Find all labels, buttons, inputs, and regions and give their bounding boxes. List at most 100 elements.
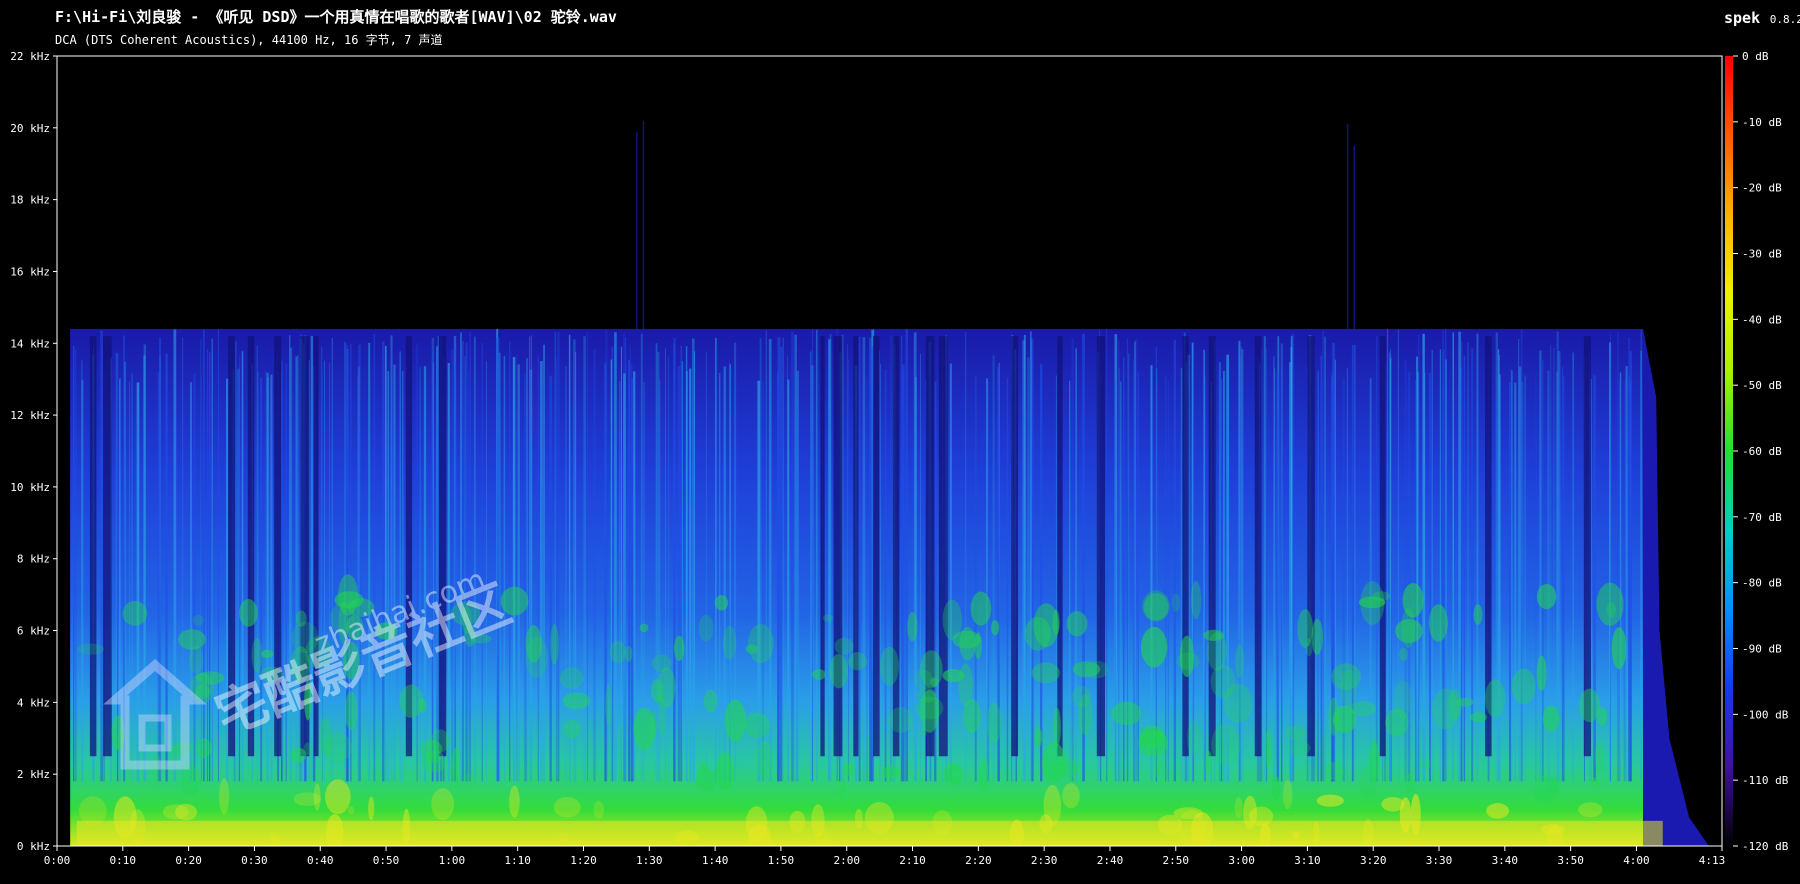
spectrum-energy-blob (1062, 783, 1080, 809)
spectrum-striation (1167, 380, 1169, 782)
spectrum-striation (465, 342, 468, 782)
spectrum-striation (1520, 329, 1523, 782)
spectrum-energy-blob (723, 625, 737, 660)
spectrum-energy-blob (188, 645, 204, 674)
spectrum-striation (543, 344, 545, 782)
spectrum-energy-blob (1235, 644, 1245, 679)
spectrum-dark-gap (103, 336, 112, 757)
spectrum-striation (1324, 336, 1326, 782)
spectrum-striation (1369, 378, 1372, 782)
time-tick-label: 2:00 (833, 854, 860, 867)
spectrum-striation (791, 331, 794, 782)
spectrum-dark-gap (1379, 336, 1386, 757)
spectrum-striation (614, 332, 617, 782)
spectrum-energy-blob (1223, 683, 1253, 723)
spectrum-energy-blob (1234, 797, 1243, 818)
spectrum-energy-blob (650, 711, 657, 740)
spectrum-energy-blob (695, 769, 717, 791)
spectrum-dark-gap (820, 336, 825, 757)
spectrum-energy-blob (1432, 688, 1460, 730)
spectrum-energy-blob (1419, 758, 1433, 770)
spectrum-energy-blob (920, 727, 928, 737)
spectrum-striation (815, 329, 818, 782)
spectrum-striation (1539, 350, 1542, 782)
spectrum-energy-blob (958, 663, 974, 707)
spectrum-energy-blob (1042, 742, 1066, 784)
spectrum-striation (1040, 364, 1043, 782)
spectrum-energy-blob (1340, 669, 1358, 709)
time-tick-label: 4:00 (1623, 854, 1650, 867)
spectrum-striation (1618, 380, 1620, 782)
spectrum-striation (1629, 351, 1633, 782)
spectrum-striation (432, 362, 434, 782)
spectrum-striation (1276, 373, 1279, 782)
freq-tick-label: 2 kHz (17, 768, 50, 781)
freq-tick-label: 0 kHz (17, 840, 50, 853)
spectrum-striation (693, 351, 696, 782)
db-tick-label: -100 dB (1742, 708, 1789, 721)
spectrum-energy-blob (293, 792, 321, 806)
spectrum-energy-blob (841, 762, 856, 777)
spectrum-dark-gap (1096, 336, 1106, 757)
time-tick-label: 2:20 (965, 854, 992, 867)
spectrum-striation (469, 332, 471, 782)
time-tick-label: 2:40 (1097, 854, 1124, 867)
spectrum-energy-blob (239, 599, 258, 627)
spectrum-striation (866, 376, 868, 782)
spectrum-striation (673, 343, 676, 782)
spectrum-striation (777, 337, 781, 782)
db-tick-label: -50 dB (1742, 379, 1782, 392)
spectrum-striation (357, 366, 361, 782)
spectrum-energy-blob (451, 747, 460, 788)
spectrum-energy-blob (1071, 685, 1092, 708)
spectrum-striation (1263, 336, 1266, 782)
spectrum-striation (512, 356, 516, 782)
db-tick-label: -110 dB (1742, 774, 1789, 787)
spectrum-striation (1511, 369, 1513, 782)
spectrum-striation (485, 361, 488, 782)
spectrum-energy-blob (1428, 604, 1448, 642)
spectrum-energy-blob (724, 699, 747, 742)
spectrum-energy-blob (1511, 668, 1536, 705)
spectrum-striation (387, 370, 390, 782)
spectrum-energy-blob (879, 646, 899, 686)
spectrum-striation (557, 332, 560, 782)
spectrum-striation (211, 338, 214, 782)
time-tick-label: 0:20 (175, 854, 202, 867)
db-tick-label: -10 dB (1742, 116, 1782, 129)
spectrum-striation (583, 336, 586, 782)
spectrum-energy-blob (1473, 604, 1483, 625)
spectrum-energy-blob (1205, 750, 1213, 774)
spectrum-striation (1617, 332, 1619, 782)
spectrum-energy-blob (196, 738, 212, 758)
spectrum-energy-blob (1371, 591, 1391, 601)
spectrum-dark-gap (1182, 336, 1189, 757)
spectrum-striation (496, 337, 500, 782)
time-tick-label: 3:40 (1492, 854, 1519, 867)
spectrum-energy-blob (970, 591, 992, 626)
spectrum-striation (949, 363, 952, 782)
time-tick-label: 3:10 (1294, 854, 1321, 867)
spectrum-spike (642, 120, 645, 329)
spectrum-striation (1180, 368, 1183, 782)
spectrum-energy-blob (1328, 697, 1340, 736)
spectrum-striation (1203, 349, 1205, 782)
spectrum-energy-blob (1594, 740, 1606, 773)
spectrum-energy-blob (881, 765, 900, 779)
spectrum-striation (1027, 357, 1030, 782)
spectrum-energy-blob (650, 679, 663, 702)
spectrum-energy-blob (698, 763, 709, 773)
spectrum-striation (680, 345, 682, 782)
spectrum-striation (390, 335, 393, 782)
spectrum-energy-blob (1034, 727, 1043, 748)
spectrum-striation (1022, 340, 1025, 782)
spectrum-striation (848, 359, 850, 782)
spectrum-striation (517, 364, 520, 782)
spectrum-energy-blob (952, 630, 981, 649)
spectrum-striation (1280, 366, 1283, 782)
spectrum-striation (1150, 365, 1153, 782)
spectrum-energy-blob (553, 796, 581, 818)
spectrum-striation (768, 339, 772, 782)
db-tick-label: -20 dB (1742, 182, 1782, 195)
spectrum-striation (1317, 373, 1320, 782)
